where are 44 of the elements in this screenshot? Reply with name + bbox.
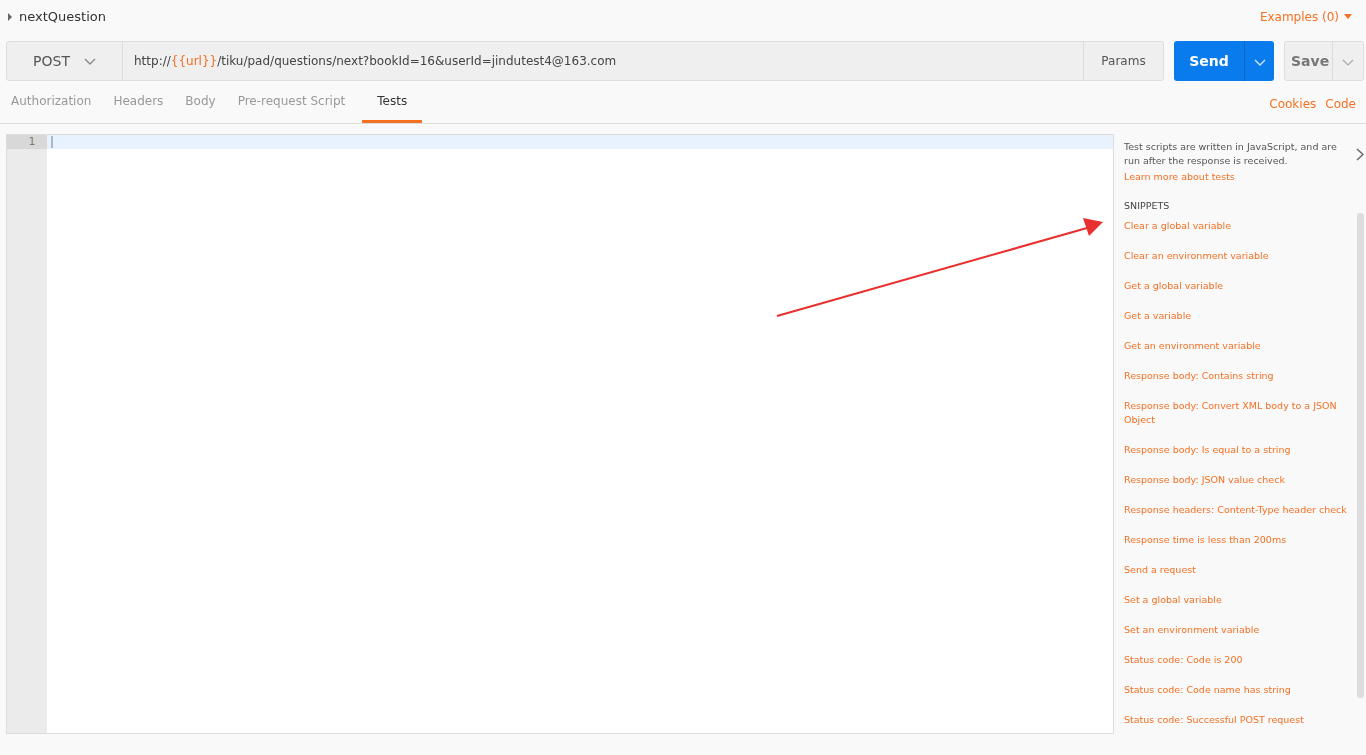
tab[interactable]: Body (174, 81, 227, 123)
line-number: 1 (7, 135, 47, 149)
code-editor[interactable]: 1 (6, 134, 1114, 734)
tab[interactable]: Headers (102, 81, 175, 123)
header-link[interactable]: Cookies (1269, 97, 1317, 111)
request-name: nextQuestion (19, 9, 106, 24)
snippet-link[interactable]: Clear a global variable (1124, 219, 1357, 233)
url-input[interactable]: http://{{url}}/tiku/pad/questions/next?bookId=16&userId=jindutest4@163.com (123, 42, 1083, 80)
send-button[interactable]: Send (1174, 41, 1244, 81)
snippet-link[interactable]: Response headers: Content-Type header check (1124, 503, 1357, 517)
tab[interactable]: Authorization (0, 81, 103, 123)
tab[interactable]: Tests (362, 81, 423, 123)
snippet-link[interactable]: Status code: Code name has string (1124, 683, 1357, 697)
chevron-down-icon (83, 57, 96, 65)
snippet-link[interactable]: Response body: Is equal to a string (1124, 443, 1357, 457)
scrollbar[interactable] (1357, 213, 1364, 698)
method-dropdown[interactable]: POST (7, 42, 123, 80)
expand-caret-icon[interactable] (7, 12, 13, 21)
snippet-link[interactable]: Status code: Code is 200 (1124, 653, 1357, 667)
tab[interactable]: Pre-request Script (226, 81, 357, 123)
snippet-link[interactable]: Send a request (1124, 563, 1357, 577)
chevron-down-icon (1342, 58, 1354, 66)
snippet-link[interactable]: Response body: Convert XML body to a JSON Object (1124, 399, 1357, 427)
panel-description: Test scripts are written in JavaScript, and are run after the response is received. (1124, 140, 1338, 168)
snippet-link[interactable]: Get a global variable (1124, 279, 1357, 293)
snippet-link[interactable]: Clear an environment variable (1124, 249, 1357, 263)
header-link[interactable]: Code (1325, 97, 1356, 111)
examples-link[interactable]: Examples (0) (1259, 9, 1352, 24)
learn-more-link[interactable]: Learn more about tests (1124, 171, 1364, 182)
send-options-button[interactable] (1244, 41, 1274, 81)
snippet-link[interactable]: Response body: Contains string (1124, 369, 1357, 383)
snippet-link[interactable]: Response body: JSON value check (1124, 473, 1357, 487)
snippet-link[interactable]: Get an environment variable (1124, 339, 1357, 353)
snippet-link[interactable]: Status code: Successful POST request (1124, 713, 1357, 727)
snippet-link[interactable]: Set an environment variable (1124, 623, 1357, 637)
chevron-right-icon[interactable] (1356, 148, 1364, 161)
snippet-link[interactable]: Set a global variable (1124, 593, 1357, 607)
chevron-down-icon (1253, 58, 1266, 66)
text-cursor (51, 136, 53, 148)
dropdown-caret-icon (1344, 14, 1352, 19)
params-button[interactable]: Params (1083, 42, 1163, 80)
snippet-link[interactable]: Get a variable (1124, 309, 1357, 323)
snippets-heading: SNIPPETS (1124, 200, 1171, 211)
snippet-link[interactable]: Response time is less than 200ms (1124, 533, 1357, 547)
